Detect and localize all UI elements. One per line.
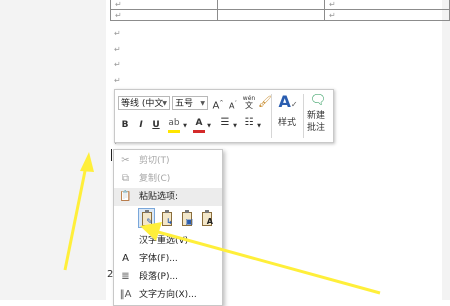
font-size-value: 五号 <box>175 99 194 109</box>
brush-icon: ✎ <box>146 217 153 226</box>
picture-icon: ▣ <box>185 217 193 226</box>
styles-button-label[interactable]: 样式 <box>278 118 296 129</box>
menu-item-text-direction[interactable]: ‖A 文字方向(X)... <box>114 286 222 304</box>
menu-item-label: 文字方向(X)... <box>139 290 197 300</box>
chevron-down-icon: ▼ <box>200 100 205 107</box>
menu-item-copy[interactable]: ⧉ 复制(C) <box>114 170 222 188</box>
font-size-select[interactable]: 五号 ▼ <box>172 96 208 110</box>
new-comment-label-line1[interactable]: 新建 <box>307 111 325 122</box>
numbering-icon[interactable]: ☷ <box>242 117 256 129</box>
table-row: ↵ ↵ <box>110 9 450 21</box>
paragraph-mark: ↵ <box>114 75 121 85</box>
paragraph-mark: ↵ <box>114 29 121 38</box>
paste-picture-button[interactable]: ▣ <box>178 208 195 228</box>
paste-keep-text-only-button[interactable]: A <box>198 208 215 228</box>
bold-button[interactable]: B <box>120 119 130 131</box>
table-row: ↵ ↵ <box>110 0 450 10</box>
arrow-icon: ↳ <box>166 217 173 226</box>
new-comment-icon[interactable]: 🗨 <box>307 93 329 109</box>
menu-item-paragraph[interactable]: ≣ 段落(P)... <box>114 268 222 286</box>
mini-toolbar: 等线 (中文 ▼ 五号 ▼ A^ Aˇ wén 文 🖌 B I U ab ▼ A ▼ … <box>114 89 334 143</box>
menu-item-label: 粘贴选项: <box>139 192 179 202</box>
table-cell[interactable]: ↵ <box>110 0 218 10</box>
paste-options-header: 📋 粘贴选项: <box>114 188 222 206</box>
shrink-font-button[interactable]: Aˇ <box>227 98 239 113</box>
context-menu: ✂ 剪切(T) ⧉ 复制(C) 📋 粘贴选项: ✎ ↳ ▣ A 汉字重选(V) … <box>113 149 223 306</box>
chevron-down-icon[interactable]: ▼ <box>256 120 262 132</box>
italic-button[interactable]: I <box>136 119 146 131</box>
paragraph-icon: ≣ <box>121 271 130 282</box>
table-cell[interactable]: ↵ <box>324 9 450 21</box>
toolbar-divider <box>271 94 272 138</box>
text-only-icon: A <box>206 217 213 226</box>
toolbar-divider <box>303 94 304 138</box>
menu-item-hanzi-reconvert[interactable]: 汉字重选(V) <box>114 232 222 250</box>
font-color-button[interactable]: A <box>193 117 205 133</box>
menu-item-cut[interactable]: ✂ 剪切(T) <box>114 152 222 170</box>
chevron-down-icon[interactable]: ▼ <box>182 120 188 132</box>
table-cell[interactable] <box>217 0 325 10</box>
grow-font-button[interactable]: A^ <box>212 97 224 112</box>
paste-keep-source-formatting-button[interactable]: ✎ <box>138 208 155 228</box>
text-cursor <box>111 149 112 161</box>
paste-options-row: ✎ ↳ ▣ A <box>138 208 220 230</box>
document-table: ↵ ↵ ↵ ↵ <box>110 0 450 21</box>
paste-icon: 📋 <box>119 191 132 202</box>
table-cell[interactable] <box>217 9 325 21</box>
paragraph-mark: ↵ <box>114 60 121 69</box>
menu-item-label: 字体(F)... <box>139 254 178 264</box>
menu-item-label: 复制(C) <box>139 174 171 184</box>
styles-icon[interactable]: A✓ <box>275 93 301 114</box>
menu-item-label: 段落(P)... <box>139 272 179 282</box>
highlight-swatch <box>168 130 180 133</box>
menu-item-label: 汉字重选(V) <box>139 236 189 246</box>
chevron-down-icon[interactable]: ▼ <box>206 120 212 132</box>
scissors-icon: ✂ <box>121 155 130 166</box>
table-cell[interactable]: ↵ <box>324 0 450 10</box>
chevron-down-icon[interactable]: ▼ <box>232 120 238 132</box>
paragraph-mark: ↵ <box>114 44 121 54</box>
font-icon: A <box>122 253 129 264</box>
table-cell[interactable]: ↵ <box>110 9 218 21</box>
font-color-swatch <box>193 130 205 133</box>
right-margin-area <box>442 0 450 300</box>
menu-item-font[interactable]: A 字体(F)... <box>114 250 222 268</box>
font-name-select[interactable]: 等线 (中文 ▼ <box>118 96 170 110</box>
phonetic-guide-button[interactable]: wén 文 <box>242 95 256 110</box>
text-direction-icon: ‖A <box>119 289 132 300</box>
font-color-label: A <box>195 118 203 128</box>
highlight-color-button[interactable]: ab <box>167 117 181 133</box>
chevron-down-icon: ▼ <box>162 100 167 107</box>
highlighter-icon: ab <box>168 118 180 128</box>
format-painter-icon[interactable]: 🖌 <box>258 96 272 108</box>
left-margin-area <box>0 0 106 300</box>
font-name-value: 等线 (中文 <box>121 99 164 109</box>
new-comment-label-line2[interactable]: 批注 <box>307 123 325 134</box>
bullets-icon[interactable]: ☰ <box>218 117 232 129</box>
copy-icon: ⧉ <box>121 173 130 184</box>
menu-item-label: 剪切(T) <box>139 156 170 166</box>
underline-button[interactable]: U <box>151 119 161 131</box>
paste-merge-formatting-button[interactable]: ↳ <box>158 208 175 228</box>
